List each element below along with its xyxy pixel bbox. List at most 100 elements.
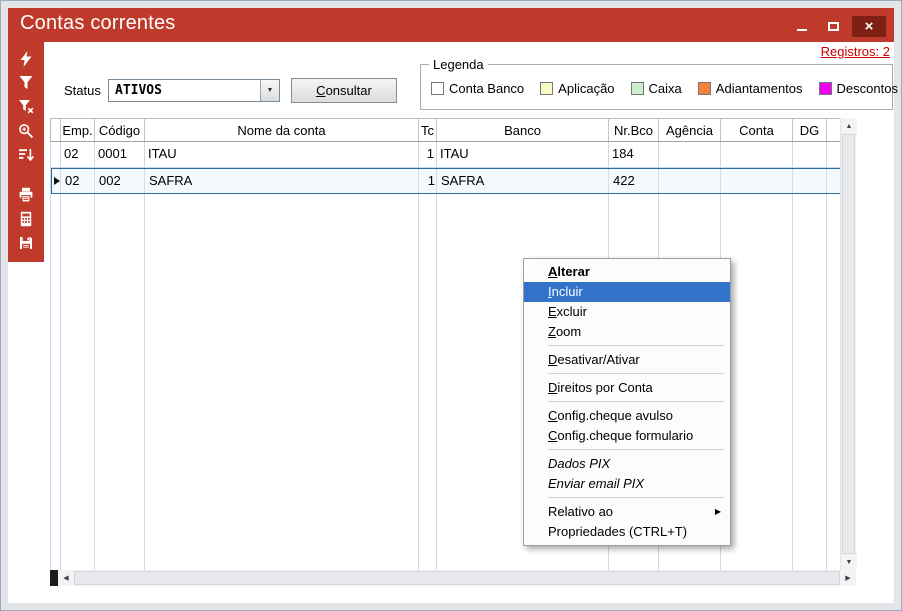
grid-cell: 02 bbox=[61, 142, 95, 167]
legend-label: Caixa bbox=[649, 81, 682, 96]
menu-item-relativo-ao[interactable]: Relativo ao ▶ bbox=[524, 502, 730, 522]
grid-cell: ITAU bbox=[437, 142, 609, 167]
save-button[interactable] bbox=[12, 232, 40, 254]
legend-item-aplicacao: Aplicação bbox=[540, 81, 614, 96]
sort-icon bbox=[18, 147, 34, 163]
maximize-icon bbox=[828, 22, 839, 31]
side-toolbar bbox=[8, 42, 44, 262]
horizontal-scrollbar-thumb[interactable] bbox=[74, 571, 840, 585]
grid-cell: SAFRA bbox=[438, 169, 610, 193]
legend-item-descontos: Descontos bbox=[819, 81, 898, 96]
grid-cell bbox=[793, 142, 827, 167]
lightning-icon bbox=[18, 51, 34, 67]
menu-item-enviar-email-pix[interactable]: Enviar email PIX bbox=[524, 474, 730, 494]
legend-item-conta-banco: Conta Banco bbox=[431, 81, 524, 96]
grid-cell: 184 bbox=[609, 142, 659, 167]
grid-cell: 002 bbox=[96, 169, 146, 193]
column-header-emp[interactable]: Emp. bbox=[61, 119, 95, 141]
scroll-right-button[interactable]: ▶ bbox=[840, 570, 856, 586]
menu-item-excluir[interactable]: Excluir bbox=[524, 302, 730, 322]
adiantamentos-checkbox[interactable] bbox=[698, 82, 711, 95]
aplicacao-checkbox[interactable] bbox=[540, 82, 553, 95]
row-indicator-cell bbox=[52, 169, 62, 193]
legend-item-caixa: Caixa bbox=[631, 81, 682, 96]
scroll-down-icon: ▼ bbox=[846, 559, 853, 566]
column-header-tc[interactable]: Tc bbox=[419, 119, 437, 141]
consultar-button-label: Consultar bbox=[316, 83, 372, 98]
caixa-checkbox[interactable] bbox=[631, 82, 644, 95]
menu-item-dados-pix[interactable]: Dados PIX bbox=[524, 454, 730, 474]
grid-cell: 0001 bbox=[95, 142, 145, 167]
menu-item-config-cheque-avulso[interactable]: Config.cheque avulso bbox=[524, 406, 730, 426]
menu-item-direitos-por-conta[interactable]: Direitos por Conta bbox=[524, 378, 730, 398]
maximize-button[interactable] bbox=[821, 16, 845, 36]
filter-icon bbox=[18, 75, 34, 91]
legend-item-adiantamentos: Adiantamentos bbox=[698, 81, 803, 96]
filter-clear-icon bbox=[18, 99, 34, 115]
column-header-nome[interactable]: Nome da conta bbox=[145, 119, 419, 141]
menu-item-config-cheque-formulario[interactable]: Config.cheque formulario bbox=[524, 426, 730, 446]
conta-banco-checkbox[interactable] bbox=[431, 82, 444, 95]
status-dropdown-button[interactable]: ▼ bbox=[260, 80, 279, 101]
menu-item-incluir[interactable]: Incluir bbox=[524, 282, 730, 302]
zoom-button[interactable] bbox=[12, 120, 40, 142]
menu-separator bbox=[548, 497, 724, 498]
scroll-up-button[interactable]: ▲ bbox=[841, 118, 857, 134]
menu-item-alterar[interactable]: Alterar bbox=[524, 262, 730, 282]
window-controls: × bbox=[790, 16, 886, 37]
grid-cell: 02 bbox=[62, 169, 96, 193]
legend-label: Conta Banco bbox=[449, 81, 524, 96]
calculator-icon bbox=[18, 211, 34, 227]
grid-cell bbox=[794, 169, 828, 193]
column-header-agencia[interactable]: Agência bbox=[659, 119, 721, 141]
menu-item-zoom[interactable]: Zoom bbox=[524, 322, 730, 342]
column-header-codigo[interactable]: Código bbox=[95, 119, 145, 141]
descontos-checkbox[interactable] bbox=[819, 82, 832, 95]
chevron-down-icon: ▼ bbox=[267, 87, 274, 94]
grid-cell bbox=[721, 142, 793, 167]
grid-cell bbox=[722, 169, 794, 193]
grid-cell: SAFRA bbox=[146, 169, 420, 193]
vertical-scrollbar[interactable]: ▲ ▼ bbox=[840, 118, 856, 570]
row-indicator-cell bbox=[51, 142, 61, 167]
legend-label: Aplicação bbox=[558, 81, 614, 96]
run-button[interactable] bbox=[12, 48, 40, 70]
page-title: Contas correntes bbox=[20, 12, 176, 35]
filter-button[interactable] bbox=[12, 72, 40, 94]
status-dropdown[interactable]: ATIVOS ▼ bbox=[108, 79, 280, 102]
minimize-icon bbox=[797, 29, 807, 31]
column-header-nrbco[interactable]: Nr.Bco bbox=[609, 119, 659, 141]
close-icon: × bbox=[865, 18, 874, 35]
menu-separator bbox=[548, 345, 724, 346]
column-header-indicator bbox=[51, 119, 61, 141]
vertical-scrollbar-thumb[interactable] bbox=[842, 134, 855, 554]
report-button[interactable] bbox=[12, 208, 40, 230]
close-button[interactable]: × bbox=[852, 16, 886, 37]
scroll-left-button[interactable]: ◀ bbox=[58, 570, 74, 586]
menu-item-propriedades[interactable]: Propriedades (CTRL+T) bbox=[524, 522, 730, 542]
table-row-selected[interactable]: 02 002 SAFRA 1 SAFRA 422 bbox=[51, 168, 841, 194]
column-header-banco[interactable]: Banco bbox=[437, 119, 609, 141]
sort-button[interactable] bbox=[12, 144, 40, 166]
registros-link[interactable]: Registros: 2 bbox=[821, 44, 890, 59]
column-header-dg[interactable]: DG bbox=[793, 119, 827, 141]
grid-header: Emp. Código Nome da conta Tc Banco Nr.Bc… bbox=[50, 118, 840, 142]
printer-icon bbox=[18, 187, 34, 203]
magnifier-icon bbox=[18, 123, 34, 139]
print-button[interactable] bbox=[12, 184, 40, 206]
table-row[interactable]: 02 0001 ITAU 1 ITAU 184 bbox=[51, 142, 841, 168]
clear-filter-button[interactable] bbox=[12, 96, 40, 118]
consultar-button[interactable]: Consultar bbox=[291, 78, 397, 103]
scroll-up-icon: ▲ bbox=[846, 123, 853, 130]
menu-item-desativar-ativar[interactable]: Desativar/Ativar bbox=[524, 350, 730, 370]
grid-cell: 1 bbox=[420, 169, 438, 193]
submenu-arrow-icon: ▶ bbox=[715, 507, 721, 516]
legend-label: Adiantamentos bbox=[716, 81, 803, 96]
minimize-button[interactable] bbox=[790, 16, 814, 36]
horizontal-scrollbar[interactable]: ◀ ▶ bbox=[58, 570, 856, 586]
scroll-left-icon: ◀ bbox=[63, 574, 68, 582]
grid-cell: 422 bbox=[610, 169, 660, 193]
column-header-conta[interactable]: Conta bbox=[721, 119, 793, 141]
status-label: Status bbox=[64, 83, 101, 98]
scroll-down-button[interactable]: ▼ bbox=[841, 554, 857, 570]
